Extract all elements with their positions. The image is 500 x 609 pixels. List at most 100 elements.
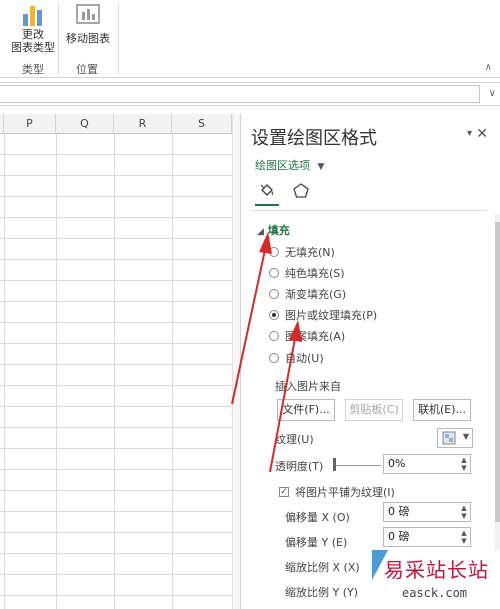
transparency-slider-track[interactable]: [335, 465, 381, 466]
grid-row[interactable]: [0, 470, 232, 491]
checkbox[interactable]: ✓: [279, 487, 289, 497]
tab-fill-line[interactable]: [255, 182, 279, 206]
grid-row[interactable]: [0, 176, 232, 197]
chart-type-icon: [23, 6, 42, 26]
transparency-label: 透明度(T): [275, 460, 324, 473]
grid-row[interactable]: [0, 344, 232, 365]
grid-row[interactable]: [0, 428, 232, 449]
radio-automatic[interactable]: 自动(U): [269, 350, 324, 368]
ribbon-separator: [58, 4, 59, 74]
offset-y-input[interactable]: 0 磅 ▲ ▼: [383, 527, 471, 547]
insert-picture-from-label: 插入图片来自: [275, 380, 341, 393]
watermark-url: easck.com: [402, 586, 468, 600]
grid-row[interactable]: [0, 218, 232, 239]
move-chart-icon: [76, 4, 100, 24]
pane-options-menu-icon[interactable]: ▾: [467, 128, 472, 139]
grid-row[interactable]: [0, 155, 232, 176]
radio-no-fill[interactable]: 无填充(N): [269, 244, 335, 262]
checkbox-label: 将图片平铺为纹理(I): [295, 486, 395, 499]
scale-y-label: 缩放比例 Y (Y): [285, 586, 359, 599]
move-chart-button[interactable]: 移动图表: [62, 2, 114, 45]
grid-row[interactable]: [0, 281, 232, 302]
radio-button[interactable]: [269, 289, 279, 299]
radio-label: 渐变填充(G): [285, 288, 347, 301]
radio-solid-fill[interactable]: 纯色填充(S): [269, 265, 345, 283]
expand-formula-bar-icon[interactable]: ∨: [489, 88, 496, 99]
radio-label: 自动(U): [285, 352, 324, 365]
close-icon[interactable]: ✕: [476, 126, 488, 142]
radio-gradient-fill[interactable]: 渐变填充(G): [269, 286, 346, 304]
scale-x-label: 缩放比例 X (X): [285, 561, 360, 574]
grid-row[interactable]: [0, 134, 232, 155]
pane-divider: [251, 210, 486, 211]
texture-picker[interactable]: ▼: [437, 428, 473, 448]
clipboard-button[interactable]: 剪贴板(C): [345, 399, 403, 421]
radio-label: 图片或纹理填充(P): [285, 309, 378, 322]
grid-row[interactable]: [0, 260, 232, 281]
grid-row[interactable]: [0, 533, 232, 554]
grid-row[interactable]: [0, 386, 232, 407]
offset-y-value: 0 磅: [388, 530, 410, 543]
move-chart-label: 移动图表: [66, 32, 110, 45]
formula-input[interactable]: [0, 85, 480, 103]
offset-x-value: 0 磅: [388, 505, 410, 518]
online-button[interactable]: 联机(E)...: [413, 399, 471, 421]
tab-effects[interactable]: [289, 182, 313, 206]
change-chart-type-label-2: 图表类型: [11, 41, 55, 54]
radio-button[interactable]: [269, 247, 279, 257]
spinner-icon[interactable]: ▲ ▼: [460, 529, 468, 545]
pane-scrollbar-thumb[interactable]: [495, 222, 500, 522]
collapse-triangle-icon: ◢: [257, 227, 264, 237]
worksheet-grid[interactable]: P Q R S: [0, 114, 232, 609]
spinner-icon[interactable]: ▲ ▼: [460, 504, 468, 520]
grid-row[interactable]: [0, 575, 232, 596]
change-chart-type-button[interactable]: 更改 图表类型: [10, 2, 56, 54]
grid-row[interactable]: [0, 449, 232, 470]
column-header-p[interactable]: P: [4, 114, 56, 134]
radio-button[interactable]: [269, 353, 279, 363]
fill-section-label: 填充: [267, 224, 290, 237]
radio-button[interactable]: [269, 331, 279, 341]
radio-label: 纯色填充(S): [285, 267, 345, 280]
ribbon-group-type-label: 类型: [22, 63, 44, 76]
grid-row[interactable]: [0, 407, 232, 428]
spinner-icon[interactable]: ▲ ▼: [460, 456, 468, 472]
grid-row[interactable]: [0, 491, 232, 512]
formula-bar: ∨: [0, 82, 500, 106]
column-header-q[interactable]: Q: [56, 114, 114, 134]
grid-row[interactable]: [0, 512, 232, 533]
radio-pattern-fill[interactable]: 图案填充(A): [269, 328, 345, 346]
grid-row[interactable]: [0, 365, 232, 386]
ribbon: 更改 图表类型 移动图表 类型 位置 ∧: [0, 0, 500, 78]
format-plot-area-pane: 设置绘图区格式 ▾ ✕ 绘图区选项 ▼ ◢ 填充 无填充(N) 纯色填充(S) …: [240, 114, 500, 609]
texture-label: 纹理(U): [275, 433, 314, 446]
worksheet-scrollbar[interactable]: [232, 114, 240, 609]
texture-swatch-icon: [442, 431, 456, 445]
radio-picture-texture-fill[interactable]: 图片或纹理填充(P): [269, 307, 377, 325]
grid-line: [4, 134, 5, 609]
column-header-s[interactable]: S: [172, 114, 232, 134]
grid-line: [114, 134, 115, 609]
grid-row[interactable]: [0, 302, 232, 323]
file-button[interactable]: 文件(F)...: [277, 399, 335, 421]
plot-area-options-dropdown[interactable]: 绘图区选项 ▼: [255, 157, 324, 173]
offset-x-label: 偏移量 X (O): [285, 511, 350, 524]
grid-row[interactable]: [0, 554, 232, 575]
tile-as-texture-checkbox[interactable]: ✓ 将图片平铺为纹理(I): [279, 484, 395, 500]
offset-x-input[interactable]: 0 磅 ▲ ▼: [383, 502, 471, 522]
ribbon-group-location-label: 位置: [76, 63, 98, 76]
column-header-r[interactable]: R: [114, 114, 172, 134]
transparency-slider-thumb[interactable]: [333, 458, 336, 471]
grid-row[interactable]: [0, 323, 232, 344]
collapse-ribbon-icon[interactable]: ∧: [485, 62, 492, 73]
grid-row[interactable]: [0, 197, 232, 218]
offset-y-label: 偏移量 Y (E): [285, 536, 348, 549]
radio-button[interactable]: [269, 268, 279, 278]
grid-line: [172, 134, 173, 609]
grid-row[interactable]: [0, 239, 232, 260]
transparency-input[interactable]: 0% ▲ ▼: [383, 454, 471, 474]
watermark-logo: 易采站长站 easck.com: [372, 550, 500, 609]
fill-section-header[interactable]: ◢ 填充: [257, 222, 290, 238]
radio-button-selected[interactable]: [269, 310, 279, 320]
grid-row[interactable]: [0, 596, 232, 609]
